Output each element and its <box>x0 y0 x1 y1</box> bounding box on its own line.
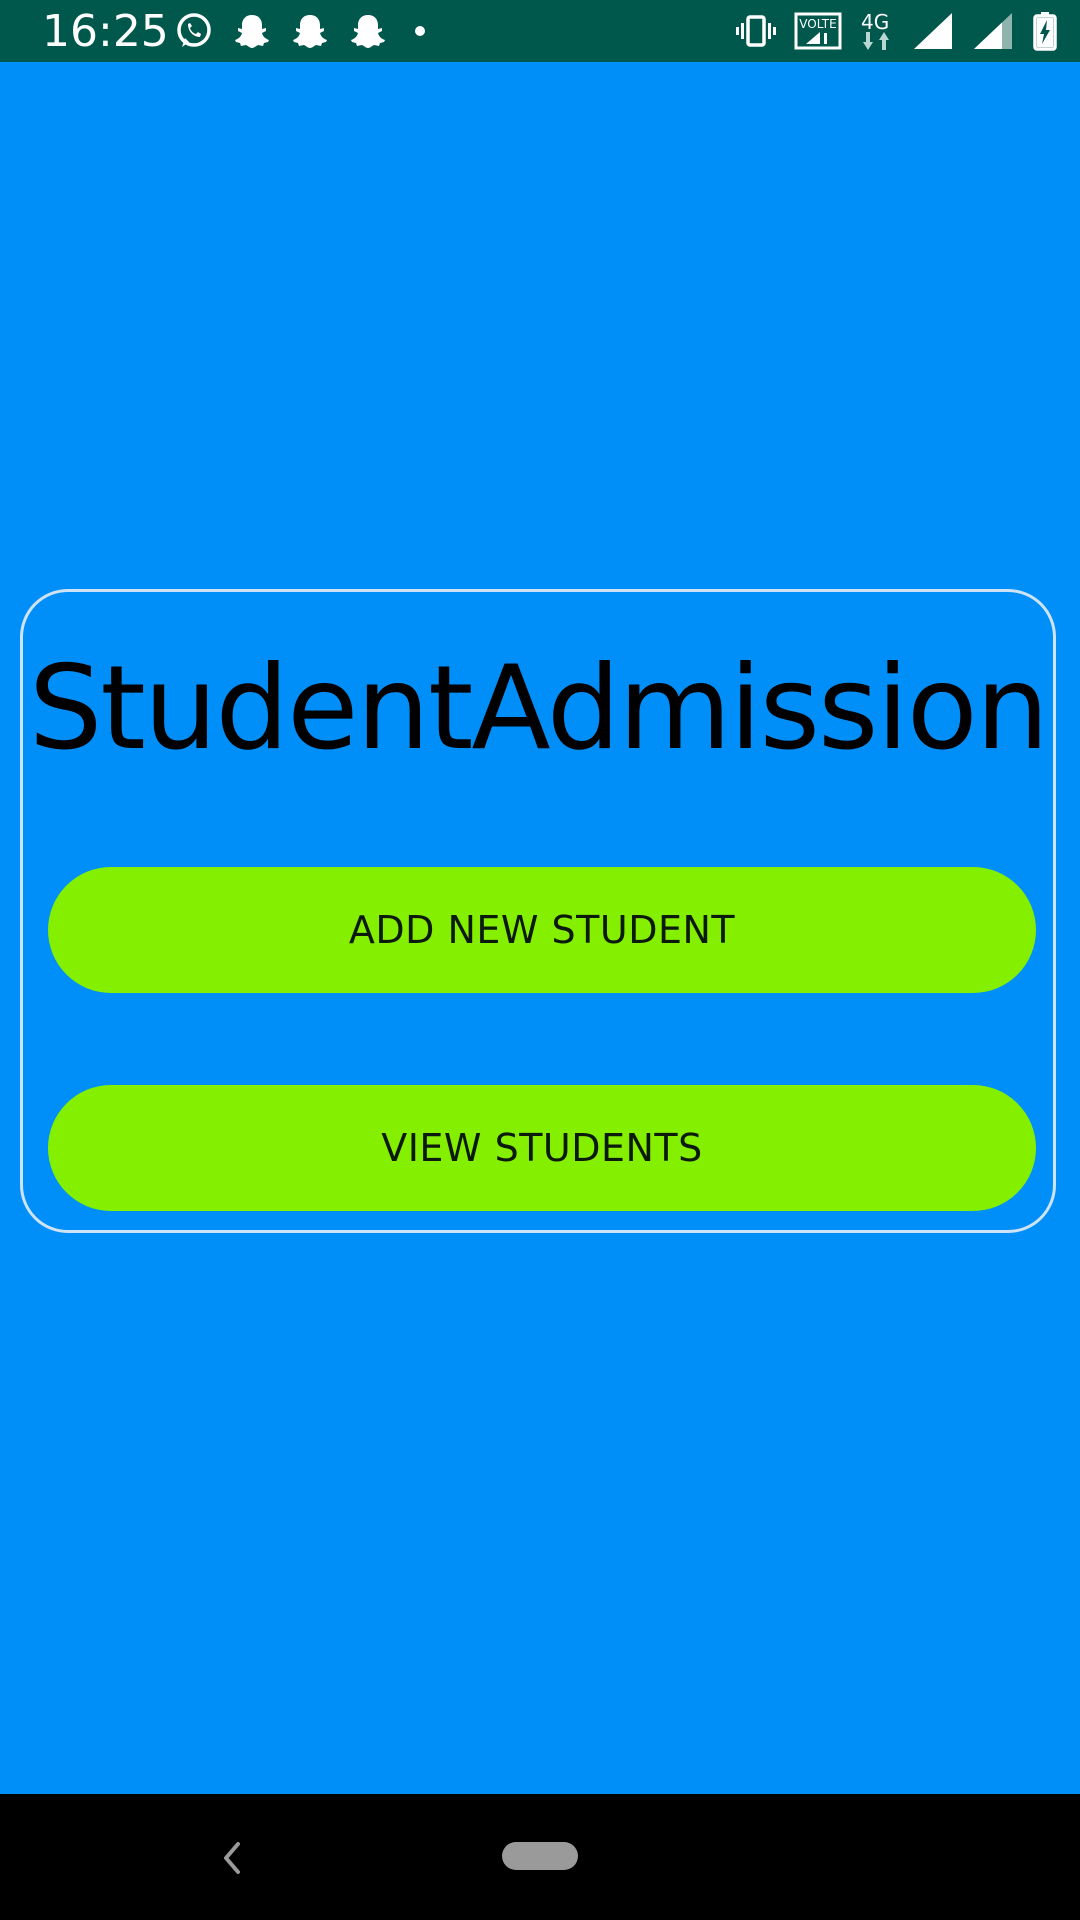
vibrate-icon <box>736 11 776 51</box>
whatsapp-icon <box>174 11 214 51</box>
network-4g-icon: 4G <box>860 10 894 52</box>
status-bar: 16:25 VOLTE 4G <box>0 0 1080 62</box>
snapchat-icon <box>348 11 388 51</box>
volte-icon: VOLTE <box>794 11 842 51</box>
main-card: StudentAdmission ADD NEW STUDENT VIEW ST… <box>20 589 1056 1233</box>
view-students-button[interactable]: VIEW STUDENTS <box>48 1085 1036 1211</box>
system-icons: VOLTE 4G <box>736 8 1058 54</box>
app-screen: 16:25 VOLTE 4G StudentAdmission ADD NEW … <box>0 0 1080 1920</box>
snapchat-icon <box>232 11 272 51</box>
home-pill-icon[interactable] <box>502 1842 578 1870</box>
snapchat-icon <box>290 11 330 51</box>
signal-icon <box>912 11 954 51</box>
add-new-student-button[interactable]: ADD NEW STUDENT <box>48 867 1036 993</box>
navigation-bar <box>0 1794 1080 1920</box>
network-label: 4G <box>861 10 890 34</box>
volte-label: VOLTE <box>799 17 836 31</box>
notification-dot-icon <box>406 11 434 51</box>
notification-icons <box>174 8 434 54</box>
back-icon[interactable] <box>218 1838 248 1883</box>
app-title: StudentAdmission <box>28 641 1049 776</box>
signal-icon <box>972 11 1014 51</box>
battery-charging-icon <box>1032 11 1058 51</box>
status-time: 16:25 <box>42 6 169 57</box>
